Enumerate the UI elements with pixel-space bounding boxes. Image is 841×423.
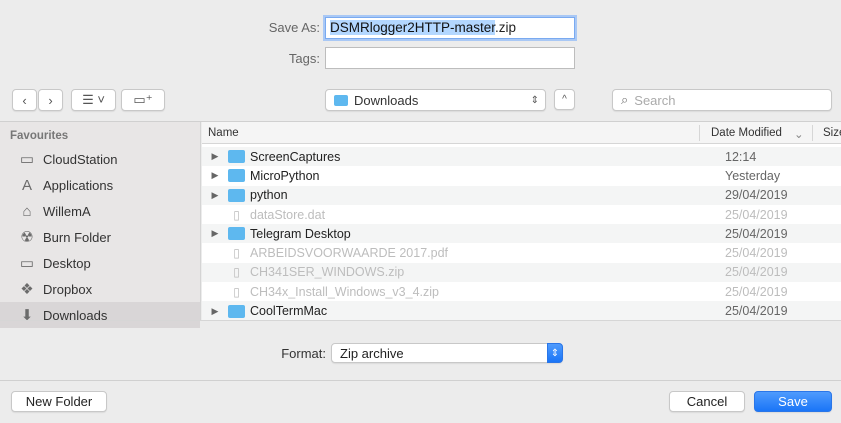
tags-label: Tags: (288, 51, 320, 66)
search-input[interactable]: ⌕ Search (612, 89, 832, 111)
back-button[interactable]: ‹ (12, 89, 37, 111)
sidebar-item-desktop[interactable]: ▭ Desktop (0, 250, 200, 276)
sidebar-item-cloudstation[interactable]: ▭ CloudStation (0, 146, 200, 172)
file-date: 25/04/2019 (725, 265, 788, 280)
file-name: ARBEIDSVOORWAARDE 2017.pdf (250, 246, 448, 261)
collapse-button[interactable]: ^ (554, 89, 575, 110)
new-folder-icon-button[interactable]: ▭⁺ (121, 89, 165, 111)
file-date: 25/04/2019 (725, 246, 788, 261)
column-divider (699, 125, 700, 141)
file-row[interactable]: ▯ CH34x_Install_Windows_v3_4.zip 25/04/201… (202, 282, 841, 301)
column-name[interactable]: Name (208, 127, 239, 139)
file-date: 25/04/2019 (725, 284, 788, 299)
file-name: python (250, 188, 288, 203)
burn-icon: ☢ (20, 229, 34, 246)
save-as-label: Save As: (268, 20, 320, 35)
file-name: ScreenCaptures (250, 149, 341, 164)
chevron-right-icon: › (48, 92, 53, 108)
column-date-modified[interactable]: Date Modified (711, 127, 782, 139)
folder-icon (228, 227, 245, 241)
column-divider (812, 125, 813, 141)
file-row[interactable]: ▶ MicroPython Yesterday (202, 166, 841, 185)
document-icon: ▯ (233, 246, 240, 261)
sidebar: Favourites ▭ CloudStation A Applications ⌂… (0, 122, 201, 328)
divider (0, 320, 841, 321)
file-name: Telegram Desktop (250, 226, 351, 241)
format-dropdown[interactable]: Zip archive ⇕ (331, 343, 563, 363)
file-date: Yesterday (725, 168, 781, 183)
column-size[interactable]: Size (823, 127, 841, 139)
new-folder-icon: ▭⁺ (133, 92, 153, 107)
sidebar-item-willema[interactable]: ⌂ WillemA (0, 198, 200, 224)
save-as-input[interactable]: DSMRlogger2HTTP-master.zip (325, 17, 575, 39)
location-dropdown[interactable]: Downloads ⇕ (325, 89, 546, 111)
file-row[interactable]: ▶ ScreenCaptures 12:14 (202, 147, 841, 167)
file-list: Name Date Modified ⌄ Size ▶ ScreenCapture… (202, 122, 841, 320)
file-date: 25/04/2019 (725, 304, 788, 319)
divider (0, 380, 841, 381)
forward-button[interactable]: › (38, 89, 63, 111)
downloads-folder-icon (334, 94, 348, 106)
sidebar-item-applications[interactable]: A Applications (0, 172, 200, 198)
applications-icon: A (21, 176, 32, 194)
search-icon: ⌕ (621, 92, 629, 107)
folder-icon (228, 150, 245, 164)
desktop-icon: ▭ (19, 255, 35, 272)
cancel-button[interactable]: Cancel (669, 391, 745, 412)
file-name: CoolTermMac (250, 304, 328, 319)
file-row[interactable]: ▶ CoolTermMac 25/04/2019 (202, 301, 841, 320)
file-row[interactable]: ▯ dataStore.dat 25/04/2019 (202, 205, 841, 224)
folder-icon: ▭ (19, 151, 35, 168)
home-icon: ⌂ (22, 202, 32, 220)
file-name: dataStore.dat (250, 207, 326, 222)
file-date: 25/04/2019 (725, 207, 788, 222)
file-name: CH34x_Install_Windows_v3_4.zip (250, 284, 439, 299)
sidebar-item-downloads[interactable]: ⬇ Downloads (0, 302, 200, 328)
file-name: CH341SER_WINDOWS.zip (250, 265, 405, 280)
disclosure-triangle-icon[interactable]: ▶ (202, 170, 228, 181)
document-icon: ▯ (233, 207, 240, 222)
chevron-up-icon: ^ (562, 94, 567, 105)
sidebar-item-burn-folder[interactable]: ☢ Burn Folder (0, 224, 200, 250)
list-view-icon: ☰ ˅ (82, 92, 105, 107)
view-options-button[interactable]: ☰ ˅ (71, 89, 116, 111)
file-row[interactable]: ▶ Telegram Desktop 25/04/2019 (202, 224, 841, 244)
disclosure-triangle-icon[interactable]: ▶ (202, 151, 228, 162)
folder-icon (228, 188, 245, 202)
updown-chevron-icon: ⇕ (547, 343, 563, 363)
sort-chevron-icon: ⌄ (794, 129, 804, 141)
file-row[interactable]: ▶ python 29/04/2019 (202, 185, 841, 205)
file-name: MicroPython (250, 168, 320, 183)
tags-input[interactable] (325, 47, 575, 69)
dropbox-icon: ❖ (20, 281, 34, 298)
updown-chevron-icon: ⇕ (530, 94, 539, 106)
disclosure-triangle-icon[interactable]: ▶ (202, 190, 228, 201)
sidebar-item-dropbox[interactable]: ❖ Dropbox (0, 276, 200, 302)
folder-icon (228, 169, 245, 183)
download-icon: ⬇ (20, 307, 34, 324)
sidebar-heading: Favourites (10, 130, 69, 142)
file-row[interactable]: ▯ CH341SER_WINDOWS.zip 25/04/2019 (202, 262, 841, 283)
folder-icon (228, 304, 245, 318)
list-header: Name Date Modified ⌄ Size (202, 122, 841, 144)
file-date: 25/04/2019 (725, 226, 788, 241)
document-icon: ▯ (233, 265, 240, 280)
disclosure-triangle-icon[interactable]: ▶ (202, 306, 228, 317)
file-date: 29/04/2019 (725, 188, 788, 203)
file-row[interactable]: ▯ ARBEIDSVOORWAARDE 2017.pdf 25/04/2019 (202, 244, 841, 263)
new-folder-button[interactable]: New Folder (11, 391, 107, 412)
save-button[interactable]: Save (754, 391, 832, 412)
file-date: 12:14 (725, 149, 757, 164)
disclosure-triangle-icon[interactable]: ▶ (202, 228, 228, 239)
chevron-left-icon: ‹ (22, 92, 27, 108)
format-label: Format: (281, 346, 326, 361)
document-icon: ▯ (233, 284, 240, 299)
